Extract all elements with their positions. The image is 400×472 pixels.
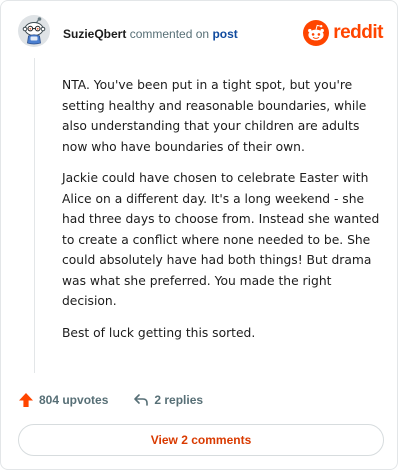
username-link[interactable]: SuzieQbert xyxy=(63,27,126,41)
comment-card: SuzieQbert commented on post reddit NTA.… xyxy=(0,0,398,470)
comment-byline: SuzieQbert commented on post xyxy=(63,27,238,41)
comment-actions: 804 upvotes 2 replies xyxy=(18,389,203,411)
upvote-arrow-icon xyxy=(19,393,33,407)
reddit-wordmark: reddit xyxy=(333,22,383,43)
reddit-logo-icon xyxy=(303,20,330,46)
reply-count: 2 replies xyxy=(154,393,204,407)
reply-arrow-icon xyxy=(134,394,149,406)
comment-paragraph: Jackie could have chosen to celebrate Ea… xyxy=(62,171,380,308)
comment-body: NTA. You've been put in a tight spot, bu… xyxy=(62,75,384,354)
action-text: commented on xyxy=(129,27,210,41)
upvote-button[interactable]: 804 upvotes xyxy=(18,392,108,408)
replies-button[interactable]: 2 replies xyxy=(133,392,203,408)
avatar[interactable] xyxy=(18,15,50,47)
comment-paragraph: Best of luck getting this sorted. xyxy=(62,325,256,340)
reddit-brand[interactable]: reddit xyxy=(303,20,383,46)
thread-line[interactable] xyxy=(34,58,35,373)
comment-paragraph: NTA. You've been put in a tight spot, bu… xyxy=(62,78,367,154)
view-comments-button[interactable]: View 2 comments xyxy=(18,424,384,456)
post-link[interactable]: post xyxy=(212,27,237,41)
comment-header: SuzieQbert commented on post reddit xyxy=(18,15,383,51)
upvote-count: 804 upvotes xyxy=(39,393,109,407)
